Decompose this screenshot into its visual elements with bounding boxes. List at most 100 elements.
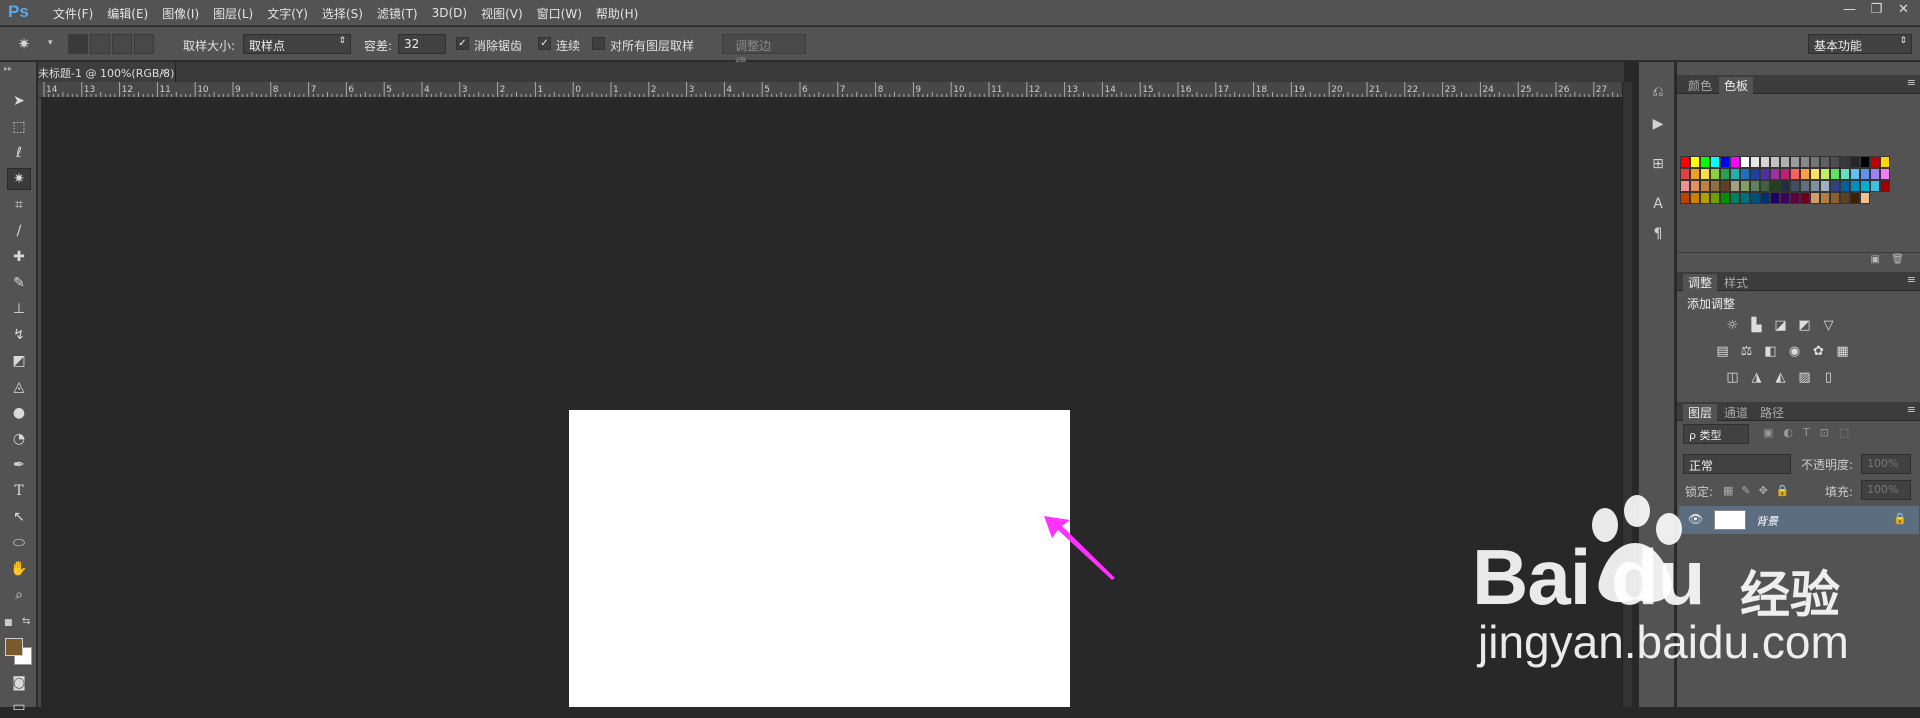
color-swatch[interactable] — [1730, 192, 1740, 204]
color-swatch[interactable] — [1810, 192, 1820, 204]
color-swatch[interactable] — [1810, 168, 1820, 180]
color-swatch[interactable] — [1730, 180, 1740, 192]
bw-icon[interactable]: ◧ — [1761, 344, 1780, 361]
zoom-tool-icon[interactable]: ⌕ — [7, 584, 31, 606]
color-swatch[interactable] — [1840, 168, 1850, 180]
invert-icon[interactable]: ◫ — [1723, 370, 1742, 387]
eyedropper-tool-icon[interactable]: ∕ — [7, 220, 31, 242]
opacity-input[interactable]: 100% — [1861, 454, 1911, 474]
threshold-icon[interactable]: ◭ — [1771, 370, 1790, 387]
menu-filter[interactable]: 滤镜(T) — [370, 5, 425, 22]
color-swatch[interactable] — [1730, 168, 1740, 180]
color-swatch[interactable] — [1700, 168, 1710, 180]
lasso-tool-icon[interactable]: ℓ — [7, 142, 31, 164]
pen-tool-icon[interactable]: ✒ — [7, 454, 31, 476]
levels-icon[interactable]: ▙ — [1747, 318, 1766, 335]
collapse-icon[interactable]: ▸▸ — [4, 64, 12, 73]
color-swatch[interactable] — [1740, 192, 1750, 204]
color-swatch[interactable] — [1700, 180, 1710, 192]
close-tab-icon[interactable]: × — [160, 65, 169, 78]
tab-channels[interactable]: 通道 — [1719, 404, 1753, 421]
color-swatch[interactable] — [1880, 180, 1890, 192]
color-swatch[interactable] — [1760, 180, 1770, 192]
menu-image[interactable]: 图像(I) — [155, 5, 206, 22]
color-swatch[interactable] — [1870, 168, 1880, 180]
color-swatch[interactable] — [1850, 156, 1860, 168]
document-tab[interactable]: 未标题-1 @ 100%(RGB/8) × — [38, 62, 176, 82]
color-swatch[interactable] — [1750, 168, 1760, 180]
exposure-icon[interactable]: ◩ — [1795, 318, 1814, 335]
hue-sat-icon[interactable]: ▤ — [1713, 344, 1732, 361]
layer-row-background[interactable]: 👁 背景 🔒 — [1679, 506, 1919, 534]
magic-wand-preset-icon[interactable]: ✷ — [12, 33, 36, 55]
color-swatch[interactable] — [1780, 156, 1790, 168]
color-swatch[interactable] — [1830, 180, 1840, 192]
color-swatch[interactable] — [1710, 192, 1720, 204]
color-swatch[interactable] — [1860, 180, 1870, 192]
color-swatch[interactable] — [1770, 156, 1780, 168]
color-swatch[interactable] — [1740, 156, 1750, 168]
color-swatch[interactable] — [1680, 168, 1690, 180]
color-swatch[interactable] — [1840, 192, 1850, 204]
color-swatch[interactable] — [1820, 192, 1830, 204]
photo-filter-icon[interactable]: ◉ — [1785, 344, 1804, 361]
new-swatch-icon[interactable]: ▣ — [1871, 254, 1880, 265]
history-icon[interactable]: ⎌ — [1648, 84, 1668, 104]
color-swatch[interactable] — [1880, 168, 1890, 180]
preset-dropdown-icon[interactable]: ▾ — [48, 38, 53, 48]
color-swatch[interactable] — [1710, 168, 1720, 180]
color-swatch[interactable] — [1830, 156, 1840, 168]
color-swatch[interactable] — [1770, 180, 1780, 192]
subtract-selection-mode-button[interactable] — [112, 34, 132, 54]
color-swatch[interactable] — [1740, 180, 1750, 192]
paragraph-icon[interactable]: ¶ — [1648, 226, 1668, 246]
panel-menu-icon[interactable]: ≡ — [1907, 273, 1916, 286]
color-swatch[interactable] — [1730, 156, 1740, 168]
minimize-button[interactable]: — — [1837, 0, 1862, 18]
menu-layer[interactable]: 图层(L) — [206, 5, 260, 22]
menu-type[interactable]: 文字(Y) — [260, 5, 315, 22]
character-icon[interactable]: A — [1648, 196, 1668, 216]
color-swatch[interactable] — [1770, 192, 1780, 204]
blur-tool-icon[interactable]: ● — [7, 402, 31, 424]
color-swatch[interactable] — [1710, 156, 1720, 168]
color-swatch[interactable] — [1810, 180, 1820, 192]
refine-edge-button[interactable]: 调整边缘... — [722, 34, 806, 70]
color-swatch[interactable] — [1790, 192, 1800, 204]
tab-layers[interactable]: 图层 — [1683, 404, 1718, 421]
color-swatch[interactable] — [1760, 168, 1770, 180]
color-swatch[interactable] — [1850, 168, 1860, 180]
tolerance-input[interactable]: 32 — [398, 34, 446, 54]
color-swatch[interactable] — [1850, 180, 1860, 192]
posterize-icon[interactable]: ◮ — [1747, 370, 1766, 387]
color-swatch[interactable] — [1680, 180, 1690, 192]
tab-styles[interactable]: 样式 — [1719, 274, 1753, 291]
intersect-selection-mode-button[interactable] — [134, 34, 154, 54]
color-swatch[interactable] — [1790, 168, 1800, 180]
color-swatch[interactable] — [1710, 180, 1720, 192]
color-swatch[interactable] — [1680, 156, 1690, 168]
color-swatch[interactable] — [1800, 180, 1810, 192]
color-swatch[interactable] — [1700, 156, 1710, 168]
color-swatch[interactable] — [1760, 192, 1770, 204]
color-swatch[interactable] — [1680, 192, 1690, 204]
quick-mask-icon[interactable]: ◙ — [7, 672, 31, 694]
fill-input[interactable]: 100% — [1861, 480, 1911, 500]
color-swatch[interactable] — [1820, 156, 1830, 168]
menu-view[interactable]: 视图(V) — [474, 5, 530, 22]
layer-filter-select[interactable]: ρ 类型 — [1683, 424, 1749, 444]
panel-menu-icon[interactable]: ≡ — [1907, 403, 1916, 416]
screen-mode-icon[interactable]: ▭ — [7, 696, 31, 718]
antialias-checkbox[interactable]: ✓ — [456, 37, 469, 50]
color-swatch[interactable] — [1780, 168, 1790, 180]
color-swatch[interactable] — [1740, 168, 1750, 180]
color-swatch[interactable] — [1830, 168, 1840, 180]
marquee-tool-icon[interactable]: ⬚ — [7, 116, 31, 138]
color-swatch[interactable] — [1870, 156, 1880, 168]
new-selection-mode-button[interactable] — [68, 34, 88, 54]
hand-tool-icon[interactable]: ✋ — [7, 558, 31, 580]
lookup-icon[interactable]: ▦ — [1833, 344, 1852, 361]
default-colors-icon[interactable]: ■ — [4, 618, 13, 628]
color-swatch[interactable] — [1850, 192, 1860, 204]
swap-colors-icon[interactable]: ⇆ — [22, 616, 30, 627]
